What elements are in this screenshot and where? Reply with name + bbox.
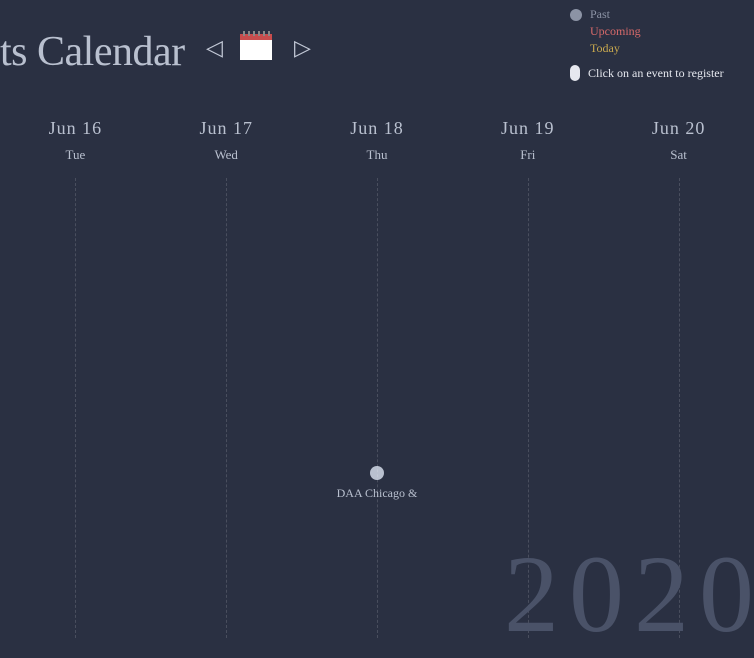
today-button[interactable] [240, 30, 272, 60]
legend-register: Click on an event to register [570, 65, 746, 81]
day-column: Jun 20 Sat [603, 118, 754, 638]
prev-week-button[interactable]: ◁ [206, 36, 223, 61]
day-column: Jun 16 Tue [0, 118, 151, 638]
day-column: Jun 19 Fri [452, 118, 603, 638]
day-dow: Wed [151, 147, 302, 163]
calendar-event[interactable]: DAA Chicago & [312, 466, 442, 501]
legend-today: Today [570, 40, 746, 57]
legend-label: Upcoming [590, 23, 641, 40]
event-label: DAA Chicago & [312, 486, 442, 501]
day-date: Jun 18 [302, 118, 453, 139]
legend: Past Upcoming Today Click on an event to… [570, 6, 746, 81]
day-dow: Fri [452, 147, 603, 163]
next-week-button[interactable]: ▷ [294, 36, 311, 61]
day-date: Jun 17 [151, 118, 302, 139]
event-dot-icon [370, 466, 384, 480]
day-date: Jun 16 [0, 118, 151, 139]
day-date: Jun 20 [603, 118, 754, 139]
legend-upcoming: Upcoming [570, 23, 746, 40]
day-dow: Tue [0, 147, 151, 163]
page-title: ts Calendar [0, 28, 185, 76]
pill-icon [570, 65, 580, 81]
calendar-icon [240, 30, 272, 60]
legend-label: Today [590, 40, 620, 57]
dot-icon [570, 9, 582, 21]
legend-past: Past [570, 6, 746, 23]
legend-label: Past [590, 6, 610, 23]
day-column: Jun 17 Wed [151, 118, 302, 638]
day-column: Jun 18 Thu DAA Chicago & [302, 118, 453, 638]
day-dow: Sat [603, 147, 754, 163]
calendar-grid: Jun 16 Tue Jun 17 Wed Jun 18 Thu DAA Chi… [0, 118, 754, 638]
day-date: Jun 19 [452, 118, 603, 139]
day-dow: Thu [302, 147, 453, 163]
legend-register-text: Click on an event to register [588, 66, 724, 81]
